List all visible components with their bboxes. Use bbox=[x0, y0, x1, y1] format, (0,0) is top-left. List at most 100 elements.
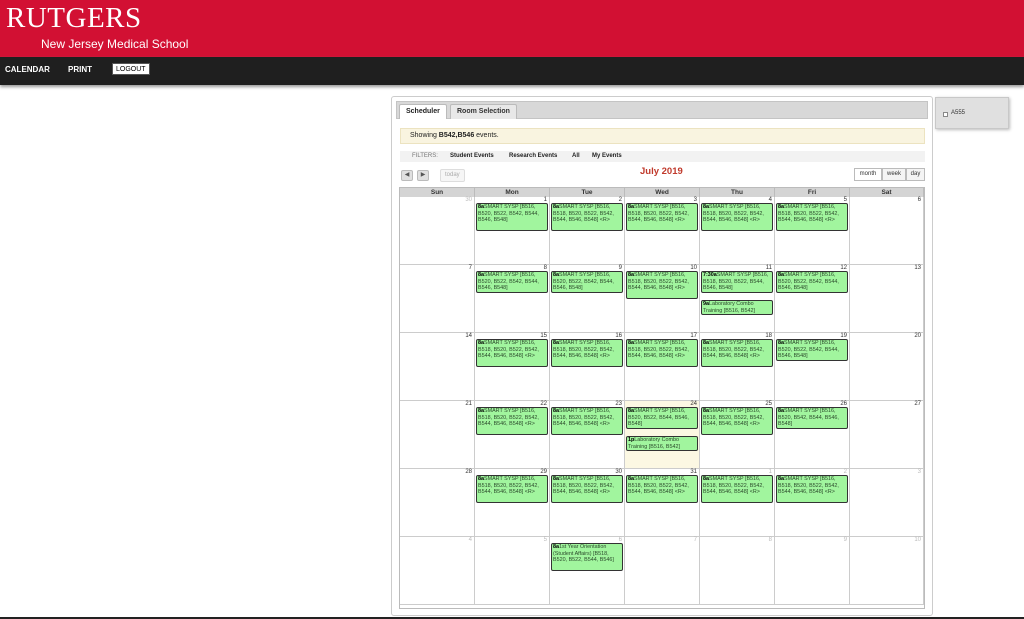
day-number: 7 bbox=[693, 537, 697, 543]
school-name: New Jersey Medical School bbox=[41, 37, 189, 51]
nav-print-link[interactable]: PRINT bbox=[68, 65, 92, 74]
rutgers-logo: RUTGERS bbox=[6, 2, 142, 34]
event-title: SMART SYSP [B516, B518, B520, B522, B542… bbox=[703, 340, 764, 360]
calendar-event[interactable]: 8aSMART SYSP [B516, B520, B522, B542, B5… bbox=[476, 271, 548, 293]
event-title: SMART SYSP [B516, B518, B520, B522, B542… bbox=[778, 204, 839, 224]
calendar-event[interactable]: 8a1st Year Orientation (Student Affairs)… bbox=[551, 543, 623, 572]
calendar-event[interactable]: 8aSMART SYSP [B516, B518, B520, B522, B5… bbox=[551, 407, 623, 436]
day-number: 20 bbox=[914, 333, 921, 339]
calendar-event[interactable]: 8aSMART SYSP [B516, B518, B520, B522, B5… bbox=[701, 339, 773, 368]
prev-month-button[interactable]: ◀ bbox=[401, 170, 413, 181]
day-cell[interactable]: 5 bbox=[475, 537, 550, 605]
calendar-event[interactable]: 8aSMART SYSP [B516, B518, B520, B522, B5… bbox=[776, 475, 848, 504]
view-day-button[interactable]: day bbox=[906, 168, 925, 181]
calendar-event[interactable]: 8aSMART SYSP [B516, B518, B520, B522, B5… bbox=[626, 339, 698, 368]
day-cell[interactable]: 8 bbox=[700, 537, 775, 605]
day-number: 4 bbox=[468, 537, 472, 543]
weekday-header-sun: Sun bbox=[400, 188, 475, 197]
notice-rooms: B542,B546 bbox=[438, 132, 475, 139]
day-cell[interactable]: 28 bbox=[400, 469, 475, 537]
calendar-event[interactable]: 8aSMART SYSP [B516, B518, B520, B522, B5… bbox=[626, 203, 698, 232]
calendar-event[interactable]: 8aSMART SYSP [B516, B518, B520, B522, B5… bbox=[551, 203, 623, 232]
nav-calendar-link[interactable]: CALENDAR bbox=[5, 65, 50, 74]
calendar-event[interactable]: 8aSMART SYSP [B516, B520, B522, B542, B5… bbox=[776, 339, 848, 361]
event-title: SMART SYSP [B516, B518, B520, B522, B542… bbox=[478, 408, 539, 428]
event-title: SMART SYSP [B516, B520, B542, B544, B546… bbox=[778, 408, 839, 428]
calendar-event[interactable]: 8aSMART SYSP [B516, B520, B522, B542, B5… bbox=[476, 203, 548, 232]
calendar-event[interactable]: 8aSMART SYSP [B516, B518, B520, B522, B5… bbox=[776, 203, 848, 232]
calendar-event[interactable]: 8aSMART SYSP [B516, B518, B520, B522, B5… bbox=[551, 475, 623, 504]
event-title: SMART SYSP [B516, B520, B522, B542, B544… bbox=[478, 272, 539, 292]
calendar-event[interactable]: 8aSMART SYSP [B516, B518, B520, B522, B5… bbox=[626, 271, 698, 300]
day-cell[interactable]: 21 bbox=[400, 401, 475, 469]
event-title: SMART SYSP [B516, B518, B520, B522, B542… bbox=[478, 340, 539, 360]
calendar-event[interactable]: 8aSMART SYSP [B516, B518, B520, B522, B5… bbox=[701, 407, 773, 436]
next-month-button[interactable]: ▶ bbox=[417, 170, 429, 181]
calendar-event[interactable]: 8aSMART SYSP [B516, B518, B520, B522, B5… bbox=[626, 475, 698, 504]
calendar-event[interactable]: 9aLaboratory Combo Training [B516, B542] bbox=[701, 300, 773, 316]
day-number: 10 bbox=[914, 537, 921, 543]
event-title: SMART SYSP [B516, B518, B520, B522, B542… bbox=[628, 272, 689, 292]
weekday-header-sat: Sat bbox=[850, 188, 924, 197]
day-cell[interactable]: 13 bbox=[850, 265, 924, 333]
filter-student-events[interactable]: Student Events bbox=[450, 151, 494, 162]
calendar-event[interactable]: 7:30aSMART SYSP [B516, B518, B520, B522,… bbox=[701, 271, 773, 293]
event-title: SMART SYSP [B516, B520, B522, B542, B544… bbox=[778, 340, 839, 360]
event-title: SMART SYSP [B516, B520, B522, B542, B544… bbox=[553, 272, 614, 292]
day-cell[interactable]: 30 bbox=[400, 197, 475, 265]
top-nav: CALENDAR PRINT LOGOUT bbox=[0, 57, 1024, 85]
today-button[interactable]: today bbox=[440, 169, 465, 182]
day-number: 9 bbox=[843, 537, 847, 543]
calendar-event[interactable]: 8aSMART SYSP [B516, B518, B520, B522, B5… bbox=[476, 407, 548, 436]
view-month-button[interactable]: month bbox=[854, 168, 882, 181]
tab-room-selection[interactable]: Room Selection bbox=[450, 104, 517, 119]
filter-research-events[interactable]: Research Events bbox=[509, 151, 557, 162]
day-number: 30 bbox=[465, 197, 472, 203]
day-number: 5 bbox=[543, 537, 547, 543]
calendar-event[interactable]: 8aSMART SYSP [B516, B520, B522, B544, B5… bbox=[626, 407, 698, 429]
calendar-title: July 2019 bbox=[640, 166, 683, 177]
day-cell[interactable]: 6 bbox=[850, 197, 924, 265]
day-cell[interactable]: 20 bbox=[850, 333, 924, 401]
day-cell[interactable]: 4 bbox=[400, 537, 475, 605]
event-title: SMART SYSP [B516, B520, B522, B542, B544… bbox=[778, 272, 839, 292]
calendar-event[interactable]: 8aSMART SYSP [B516, B520, B522, B542, B5… bbox=[776, 271, 848, 293]
filter-all[interactable]: All bbox=[572, 151, 580, 162]
day-number: 27 bbox=[914, 401, 921, 407]
event-title: SMART SYSP [B516, B518, B520, B522, B542… bbox=[703, 476, 764, 496]
calendar-event[interactable]: 8aSMART SYSP [B516, B518, B520, B522, B5… bbox=[701, 203, 773, 232]
day-cell[interactable]: 3 bbox=[850, 469, 924, 537]
event-title: SMART SYSP [B516, B518, B520, B522, B542… bbox=[553, 408, 614, 428]
event-title: SMART SYSP [B516, B518, B520, B522, B542… bbox=[553, 476, 614, 496]
chevron-left-icon: ◀ bbox=[404, 172, 410, 178]
day-cell[interactable]: 9 bbox=[775, 537, 850, 605]
day-cell[interactable]: 7 bbox=[625, 537, 700, 605]
event-title: SMART SYSP [B516, B518, B520, B522, B542… bbox=[703, 204, 764, 224]
calendar-event[interactable]: 8aSMART SYSP [B516, B518, B520, B522, B5… bbox=[551, 339, 623, 368]
day-number: 28 bbox=[465, 469, 472, 475]
scheduler-panel: Scheduler Room Selection Showing B542,B5… bbox=[391, 96, 933, 616]
event-title: SMART SYSP [B516, B518, B520, B522, B542… bbox=[628, 476, 689, 496]
calendar-event[interactable]: 8aSMART SYSP [B516, B520, B522, B542, B5… bbox=[551, 271, 623, 293]
room-checkbox[interactable] bbox=[943, 112, 948, 117]
logout-button[interactable]: LOGOUT bbox=[112, 63, 150, 75]
calendar-event[interactable]: 8aSMART SYSP [B516, B518, B520, B522, B5… bbox=[476, 339, 548, 368]
day-cell[interactable]: 7 bbox=[400, 265, 475, 333]
event-title: SMART SYSP [B516, B520, B522, B542, B544… bbox=[478, 204, 539, 224]
calendar-event[interactable]: 8aSMART SYSP [B516, B518, B520, B522, B5… bbox=[701, 475, 773, 504]
day-cell[interactable]: 27 bbox=[850, 401, 924, 469]
notice-prefix: Showing bbox=[410, 132, 439, 139]
day-cell[interactable]: 10 bbox=[850, 537, 924, 605]
day-cell[interactable]: 14 bbox=[400, 333, 475, 401]
room-list-panel: A555 bbox=[935, 97, 1009, 129]
day-number: 6 bbox=[917, 197, 921, 203]
event-title: SMART SYSP [B516, B518, B520, B522, B542… bbox=[628, 204, 689, 224]
day-number: 8 bbox=[768, 537, 772, 543]
day-number: 13 bbox=[914, 265, 921, 271]
calendar-event[interactable]: 1pLaboratory Combo Training [B516, B542] bbox=[626, 436, 698, 452]
view-week-button[interactable]: week bbox=[882, 168, 906, 181]
tab-scheduler[interactable]: Scheduler bbox=[399, 104, 447, 119]
calendar-event[interactable]: 8aSMART SYSP [B516, B520, B542, B544, B5… bbox=[776, 407, 848, 429]
calendar-event[interactable]: 8aSMART SYSP [B516, B518, B520, B522, B5… bbox=[476, 475, 548, 504]
filter-my-events[interactable]: My Events bbox=[592, 151, 622, 162]
